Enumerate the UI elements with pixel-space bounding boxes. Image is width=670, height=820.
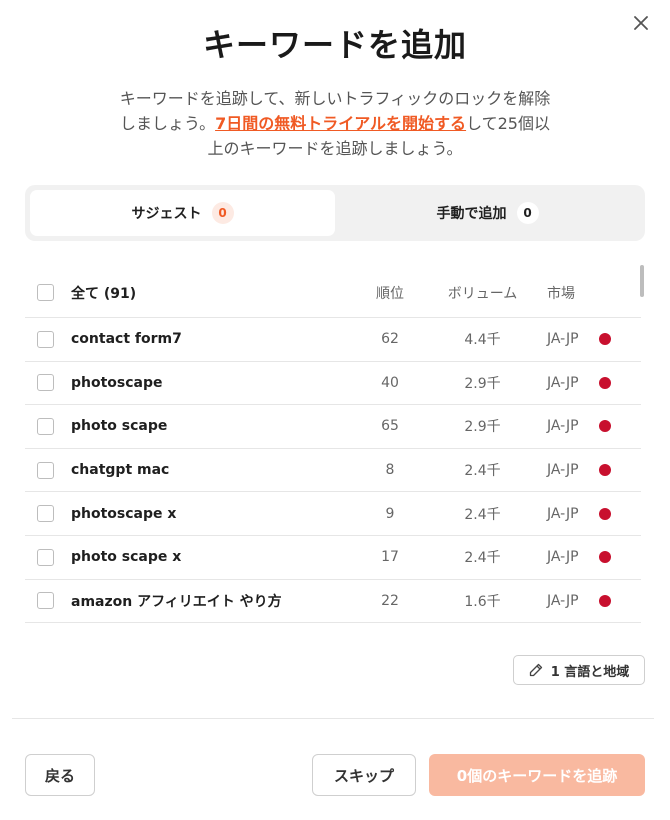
- table-row[interactable]: photo scape x 17 2.4千 JA-JP: [25, 536, 641, 580]
- trial-link[interactable]: 7日間の無料トライアルを開始する: [215, 114, 466, 133]
- tab-manual-label: 手動で追加: [436, 206, 507, 222]
- row-checkbox[interactable]: [37, 548, 54, 566]
- tab-suggest[interactable]: サジェスト 0: [30, 190, 335, 236]
- rank-cell: 9: [385, 505, 395, 522]
- table-row[interactable]: contact form7 62 4.4千 JA-JP: [25, 318, 641, 362]
- rank-cell: 40: [381, 374, 399, 391]
- table-row[interactable]: photoscape 40 2.9千 JA-JP: [25, 362, 641, 406]
- japan-flag-icon: [599, 464, 611, 477]
- column-header-market[interactable]: 市場: [547, 283, 575, 303]
- japan-flag-icon: [599, 376, 611, 389]
- keyword-cell: contact form7: [71, 331, 182, 348]
- rank-cell: 17: [381, 549, 399, 566]
- select-all-checkbox[interactable]: [37, 284, 54, 301]
- market-cell: JA-JP: [547, 331, 579, 348]
- keyword-cell: amazon アフィリエイト やり方: [71, 593, 282, 610]
- volume-cell: 4.4千: [464, 332, 501, 349]
- table-header: 全て (91) 順位 ボリューム 市場: [25, 268, 641, 318]
- column-header-rank[interactable]: 順位: [355, 283, 425, 303]
- row-checkbox[interactable]: [37, 374, 54, 392]
- keyword-cell: chatgpt mac: [71, 462, 170, 479]
- volume-cell: 2.9千: [464, 375, 501, 392]
- skip-button[interactable]: スキップ: [312, 754, 416, 796]
- japan-flag-icon: [599, 333, 611, 346]
- language-region-label: 1 言語と地域: [550, 664, 630, 680]
- table-row[interactable]: chatgpt mac 8 2.4千 JA-JP: [25, 449, 641, 493]
- table-row[interactable]: photo scape 65 2.9千 JA-JP: [25, 405, 641, 449]
- row-checkbox[interactable]: [37, 417, 54, 435]
- tab-suggest-label: サジェスト: [131, 206, 202, 222]
- volume-cell: 1.6千: [464, 593, 501, 610]
- rank-cell: 22: [381, 592, 399, 609]
- tab-suggest-count: 0: [211, 202, 234, 224]
- japan-flag-icon: [599, 551, 611, 564]
- volume-cell: 2.9千: [464, 419, 501, 436]
- market-cell: JA-JP: [547, 418, 579, 435]
- japan-flag-icon: [599, 507, 611, 520]
- market-cell: JA-JP: [547, 374, 579, 391]
- market-cell: JA-JP: [547, 549, 579, 566]
- keyword-cell: photo scape: [71, 418, 168, 435]
- row-checkbox[interactable]: [37, 505, 54, 523]
- keyword-cell: photoscape: [71, 374, 163, 391]
- select-all-label: 全て (91): [71, 285, 137, 302]
- market-cell: JA-JP: [547, 462, 579, 479]
- back-button[interactable]: 戻る: [25, 754, 95, 796]
- table-row[interactable]: amazon アフィリエイト やり方 22 1.6千 JA-JP: [25, 580, 641, 624]
- japan-flag-icon: [599, 420, 611, 433]
- language-region-button[interactable]: 1 言語と地域: [513, 655, 645, 685]
- rank-cell: 65: [381, 418, 399, 435]
- row-checkbox[interactable]: [37, 461, 54, 479]
- keyword-cell: photoscape x: [71, 505, 177, 522]
- pencil-icon: [529, 663, 542, 677]
- tab-bar: サジェスト 0 手動で追加 0: [25, 185, 645, 241]
- market-cell: JA-JP: [547, 505, 579, 522]
- footer-divider: [12, 718, 654, 719]
- table-row[interactable]: photoscape x 9 2.4千 JA-JP: [25, 492, 641, 536]
- market-cell: JA-JP: [547, 592, 579, 609]
- volume-cell: 2.4千: [464, 506, 501, 523]
- volume-cell: 2.4千: [464, 550, 501, 567]
- tab-manual-count: 0: [516, 202, 539, 224]
- rank-cell: 62: [381, 331, 399, 348]
- tab-manual[interactable]: 手動で追加 0: [335, 190, 640, 236]
- keyword-cell: photo scape x: [71, 549, 182, 566]
- keyword-table: 全て (91) 順位 ボリューム 市場 contact form7 62 4.4…: [25, 268, 641, 624]
- rank-cell: 8: [385, 462, 395, 479]
- dialog-title: キーワードを追加: [202, 26, 467, 64]
- dialog-description: キーワードを追跡して、新しいトラフィックのロックを解除しましょう。7日間の無料ト…: [115, 86, 555, 161]
- table-scrollbar[interactable]: [640, 265, 644, 297]
- row-checkbox[interactable]: [37, 330, 54, 348]
- japan-flag-icon: [599, 594, 611, 607]
- track-keywords-button[interactable]: 0個のキーワードを追跡: [429, 754, 645, 796]
- column-header-volume[interactable]: ボリューム: [435, 283, 530, 303]
- row-checkbox[interactable]: [37, 592, 54, 610]
- volume-cell: 2.4千: [464, 463, 501, 480]
